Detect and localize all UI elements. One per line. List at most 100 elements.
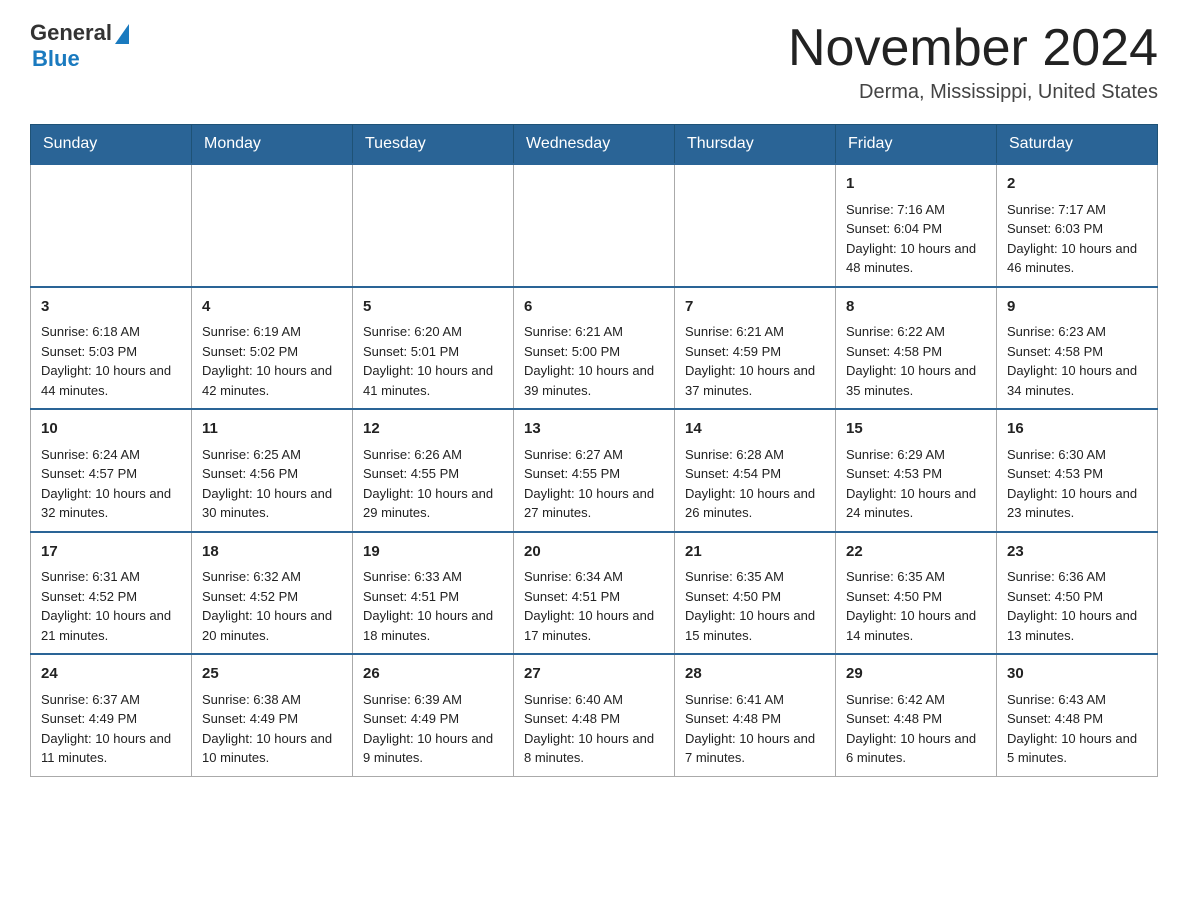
header-thursday: Thursday xyxy=(675,125,836,165)
cell-week3-day4: 13Sunrise: 6:27 AMSunset: 4:55 PMDayligh… xyxy=(514,409,675,532)
sunrise-text: Sunrise: 6:30 AM xyxy=(1007,445,1147,465)
sunrise-text: Sunrise: 6:33 AM xyxy=(363,567,503,587)
title-section: November 2024 Derma, Mississippi, United… xyxy=(788,20,1158,104)
daylight-text: Daylight: 10 hours and 10 minutes. xyxy=(202,729,342,768)
sunrise-text: Sunrise: 6:31 AM xyxy=(41,567,181,587)
sunset-text: Sunset: 5:02 PM xyxy=(202,342,342,362)
sunset-text: Sunset: 6:03 PM xyxy=(1007,219,1147,239)
sunrise-text: Sunrise: 6:32 AM xyxy=(202,567,342,587)
location-subtitle: Derma, Mississippi, United States xyxy=(788,81,1158,104)
weekday-header-row: Sunday Monday Tuesday Wednesday Thursday… xyxy=(31,125,1158,165)
day-number: 22 xyxy=(846,541,986,564)
sunrise-text: Sunrise: 6:18 AM xyxy=(41,322,181,342)
sunset-text: Sunset: 4:49 PM xyxy=(363,709,503,729)
sunset-text: Sunset: 5:00 PM xyxy=(524,342,664,362)
sunrise-text: Sunrise: 6:26 AM xyxy=(363,445,503,465)
sunrise-text: Sunrise: 6:34 AM xyxy=(524,567,664,587)
daylight-text: Daylight: 10 hours and 5 minutes. xyxy=(1007,729,1147,768)
cell-week4-day4: 20Sunrise: 6:34 AMSunset: 4:51 PMDayligh… xyxy=(514,532,675,655)
week-row-3: 10Sunrise: 6:24 AMSunset: 4:57 PMDayligh… xyxy=(31,409,1158,532)
cell-week4-day1: 17Sunrise: 6:31 AMSunset: 4:52 PMDayligh… xyxy=(31,532,192,655)
cell-week4-day7: 23Sunrise: 6:36 AMSunset: 4:50 PMDayligh… xyxy=(997,532,1158,655)
cell-week2-day4: 6 Sunrise: 6:21 AMSunset: 5:00 PMDaylight… xyxy=(514,287,675,410)
daylight-text: Daylight: 10 hours and 42 minutes. xyxy=(202,361,342,400)
daylight-text: Daylight: 10 hours and 9 minutes. xyxy=(363,729,503,768)
cell-week3-day6: 15Sunrise: 6:29 AMSunset: 4:53 PMDayligh… xyxy=(836,409,997,532)
sunrise-text: Sunrise: 6:27 AM xyxy=(524,445,664,465)
sunset-text: Sunset: 4:49 PM xyxy=(41,709,181,729)
daylight-text: Daylight: 10 hours and 29 minutes. xyxy=(363,484,503,523)
daylight-text: Daylight: 10 hours and 24 minutes. xyxy=(846,484,986,523)
sunset-text: Sunset: 4:50 PM xyxy=(846,587,986,607)
day-number: 13 xyxy=(524,418,664,441)
day-number: 23 xyxy=(1007,541,1147,564)
day-number: 7 xyxy=(685,296,825,319)
day-number: 2 xyxy=(1007,173,1147,196)
daylight-text: Daylight: 10 hours and 35 minutes. xyxy=(846,361,986,400)
sunset-text: Sunset: 4:48 PM xyxy=(685,709,825,729)
daylight-text: Daylight: 10 hours and 39 minutes. xyxy=(524,361,664,400)
sunrise-text: Sunrise: 6:38 AM xyxy=(202,690,342,710)
day-number: 17 xyxy=(41,541,181,564)
day-number: 14 xyxy=(685,418,825,441)
sunrise-text: Sunrise: 6:40 AM xyxy=(524,690,664,710)
cell-week5-day3: 26Sunrise: 6:39 AMSunset: 4:49 PMDayligh… xyxy=(353,654,514,776)
daylight-text: Daylight: 10 hours and 48 minutes. xyxy=(846,239,986,278)
cell-week1-day5 xyxy=(675,164,836,287)
day-number: 11 xyxy=(202,418,342,441)
sunrise-text: Sunrise: 6:21 AM xyxy=(685,322,825,342)
daylight-text: Daylight: 10 hours and 14 minutes. xyxy=(846,606,986,645)
sunrise-text: Sunrise: 6:25 AM xyxy=(202,445,342,465)
cell-week1-day3 xyxy=(353,164,514,287)
daylight-text: Daylight: 10 hours and 37 minutes. xyxy=(685,361,825,400)
day-number: 27 xyxy=(524,663,664,686)
day-number: 6 xyxy=(524,296,664,319)
sunset-text: Sunset: 4:52 PM xyxy=(41,587,181,607)
header-saturday: Saturday xyxy=(997,125,1158,165)
sunrise-text: Sunrise: 7:17 AM xyxy=(1007,200,1147,220)
sunset-text: Sunset: 4:51 PM xyxy=(524,587,664,607)
logo-general-text: General xyxy=(30,20,112,46)
day-number: 18 xyxy=(202,541,342,564)
day-number: 4 xyxy=(202,296,342,319)
sunset-text: Sunset: 4:50 PM xyxy=(1007,587,1147,607)
sunrise-text: Sunrise: 6:21 AM xyxy=(524,322,664,342)
cell-week5-day7: 30Sunrise: 6:43 AMSunset: 4:48 PMDayligh… xyxy=(997,654,1158,776)
sunset-text: Sunset: 4:52 PM xyxy=(202,587,342,607)
sunset-text: Sunset: 5:03 PM xyxy=(41,342,181,362)
logo-blue-text: Blue xyxy=(32,46,80,72)
daylight-text: Daylight: 10 hours and 8 minutes. xyxy=(524,729,664,768)
calendar-table: Sunday Monday Tuesday Wednesday Thursday… xyxy=(30,124,1158,777)
sunrise-text: Sunrise: 6:19 AM xyxy=(202,322,342,342)
daylight-text: Daylight: 10 hours and 7 minutes. xyxy=(685,729,825,768)
day-number: 21 xyxy=(685,541,825,564)
cell-week2-day5: 7Sunrise: 6:21 AMSunset: 4:59 PMDaylight… xyxy=(675,287,836,410)
sunset-text: Sunset: 4:50 PM xyxy=(685,587,825,607)
day-number: 15 xyxy=(846,418,986,441)
sunset-text: Sunset: 4:53 PM xyxy=(846,464,986,484)
daylight-text: Daylight: 10 hours and 26 minutes. xyxy=(685,484,825,523)
day-number: 9 xyxy=(1007,296,1147,319)
logo: General Blue xyxy=(30,20,129,72)
sunset-text: Sunset: 5:01 PM xyxy=(363,342,503,362)
cell-week2-day2: 4 Sunrise: 6:19 AMSunset: 5:02 PMDaylight… xyxy=(192,287,353,410)
sunset-text: Sunset: 4:48 PM xyxy=(846,709,986,729)
cell-week3-day2: 11Sunrise: 6:25 AMSunset: 4:56 PMDayligh… xyxy=(192,409,353,532)
sunset-text: Sunset: 4:58 PM xyxy=(846,342,986,362)
cell-week5-day1: 24Sunrise: 6:37 AMSunset: 4:49 PMDayligh… xyxy=(31,654,192,776)
cell-week1-day7: 2Sunrise: 7:17 AMSunset: 6:03 PMDaylight… xyxy=(997,164,1158,287)
sunset-text: Sunset: 4:56 PM xyxy=(202,464,342,484)
day-number: 1 xyxy=(846,173,986,196)
cell-week3-day5: 14Sunrise: 6:28 AMSunset: 4:54 PMDayligh… xyxy=(675,409,836,532)
sunset-text: Sunset: 4:57 PM xyxy=(41,464,181,484)
cell-week2-day7: 9Sunrise: 6:23 AMSunset: 4:58 PMDaylight… xyxy=(997,287,1158,410)
daylight-text: Daylight: 10 hours and 17 minutes. xyxy=(524,606,664,645)
cell-week4-day6: 22Sunrise: 6:35 AMSunset: 4:50 PMDayligh… xyxy=(836,532,997,655)
month-title: November 2024 xyxy=(788,20,1158,77)
sunrise-text: Sunrise: 6:20 AM xyxy=(363,322,503,342)
daylight-text: Daylight: 10 hours and 6 minutes. xyxy=(846,729,986,768)
week-row-5: 24Sunrise: 6:37 AMSunset: 4:49 PMDayligh… xyxy=(31,654,1158,776)
cell-week1-day2 xyxy=(192,164,353,287)
cell-week1-day1 xyxy=(31,164,192,287)
cell-week1-day6: 1Sunrise: 7:16 AMSunset: 6:04 PMDaylight… xyxy=(836,164,997,287)
